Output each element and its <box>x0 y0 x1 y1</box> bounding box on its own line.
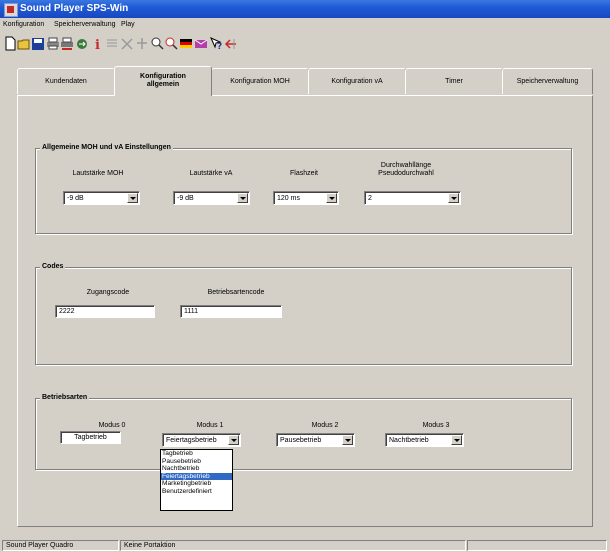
modus-1-dropdown-list: Tagbetrieb Pausebetrieb Nachtbetrieb Fei… <box>160 449 233 511</box>
flashzeit-select[interactable]: 120 ms <box>273 191 339 205</box>
zoom-icon[interactable] <box>164 36 178 51</box>
select-value: Feiertagsbetrieb <box>166 437 217 444</box>
betriebsartencode-input[interactable]: 1111 <box>180 305 282 318</box>
menu-konfiguration[interactable]: Konfiguration <box>3 20 44 30</box>
tab-konfiguration-allgemein[interactable]: Konfiguration allgemein <box>114 66 212 96</box>
tab-konfiguration-va[interactable]: Konfiguration vA <box>308 68 406 94</box>
lautstaerke-moh-select[interactable]: -9 dB <box>63 191 140 205</box>
tab-label: Konfiguration MOH <box>230 78 290 85</box>
open-folder-icon[interactable] <box>17 36 31 51</box>
betriebsarten-group: Betriebsarten Modus 0 Tagbetrieb Modus 1… <box>35 393 572 470</box>
new-document-icon[interactable] <box>3 36 17 51</box>
select-value: 2 <box>368 195 372 202</box>
svg-text:?: ? <box>217 42 222 51</box>
chevron-down-icon[interactable] <box>448 193 459 203</box>
tab-label-line1: Konfiguration <box>140 73 186 80</box>
codes-group: Codes Zugangscode 2222 Betriebsartencode… <box>35 262 572 365</box>
tab-kundendaten[interactable]: Kundendaten <box>17 68 115 94</box>
chevron-down-icon[interactable] <box>451 435 462 445</box>
durchwahllaenge-select[interactable]: 2 <box>364 191 461 205</box>
search-icon[interactable] <box>150 36 164 51</box>
chevron-down-icon[interactable] <box>326 193 337 203</box>
group-title: Betriebsarten <box>40 393 90 403</box>
envelope-icon[interactable] <box>194 36 208 51</box>
group-title: Codes <box>40 262 66 272</box>
delete-icon[interactable] <box>120 36 134 51</box>
zugangscode-label: Zugangscode <box>86 289 130 296</box>
menu-speicherverwaltung[interactable]: Speicherverwaltung <box>54 20 115 30</box>
select-value: Nachtbetrieb <box>389 437 429 444</box>
modus-2-select[interactable]: Pausebetrieb <box>276 433 355 447</box>
tab-speicherverwaltung[interactable]: Speicherverwaltung <box>502 68 593 94</box>
help-icon[interactable]: ? <box>209 36 223 51</box>
title-bar: Sound Player SPS-Win <box>0 0 610 18</box>
select-value: Pausebetrieb <box>280 437 322 444</box>
modus-3-label: Modus 3 <box>422 422 450 429</box>
status-empty-panel <box>467 540 607 551</box>
status-bar: Sound Player Quadro Keine Portaktion <box>0 539 610 552</box>
dropdown-option[interactable]: Nachtbetrieb <box>161 465 232 473</box>
modus-0-label: Modus 0 <box>98 422 126 429</box>
select-value: -9 dB <box>67 195 84 202</box>
tab-label: Kundendaten <box>45 78 87 85</box>
tab-label: Speicherverwaltung <box>516 78 579 85</box>
add-icon[interactable] <box>135 36 149 51</box>
tab-panel: Allgemeine MOH und vA Einstellungen Laut… <box>17 95 593 527</box>
tab-timer[interactable]: Timer <box>405 68 503 94</box>
dropdown-option[interactable]: Marketingbetrieb <box>161 480 232 488</box>
save-icon[interactable] <box>31 36 45 51</box>
modus-2-label: Modus 2 <box>311 422 339 429</box>
tab-label: Konfiguration vA <box>331 78 383 85</box>
window-title: Sound Player SPS-Win <box>20 3 129 14</box>
modus-1-select[interactable]: Feiertagsbetrieb <box>162 433 241 447</box>
dropdown-option[interactable]: Benutzerdefiniert <box>161 488 232 496</box>
lautstaerke-moh-label: Lautstärke MOH <box>72 170 124 177</box>
modus-3-select[interactable]: Nachtbetrieb <box>385 433 464 447</box>
info-icon[interactable]: i <box>91 36 105 51</box>
dropdown-option-selected[interactable]: Feiertagsbetrieb <box>161 472 232 480</box>
menu-bar: Konfiguration Speicherverwaltung Play <box>0 18 610 32</box>
dropdown-option[interactable]: Pausebetrieb <box>161 458 232 466</box>
svg-text:i: i <box>95 38 100 51</box>
print-icon[interactable] <box>46 36 60 51</box>
list-icon[interactable] <box>105 36 119 51</box>
app-icon <box>4 3 18 17</box>
lautstaerke-va-label: Lautstärke vA <box>189 170 233 177</box>
lautstaerke-va-select[interactable]: -9 dB <box>173 191 250 205</box>
status-port-action: Keine Portaktion <box>120 540 466 551</box>
chevron-down-icon[interactable] <box>237 193 248 203</box>
status-device: Sound Player Quadro <box>2 540 119 551</box>
flashzeit-label: Flashzeit <box>289 170 318 177</box>
menu-play[interactable]: Play <box>121 20 135 30</box>
print-preview-icon[interactable] <box>60 36 74 51</box>
modus-1-label: Modus 1 <box>196 422 224 429</box>
dropdown-option[interactable]: Tagbetrieb <box>161 450 232 458</box>
tab-konfiguration-moh[interactable]: Konfiguration MOH <box>211 68 309 94</box>
betriebsartencode-label: Betriebsartencode <box>207 289 265 296</box>
tab-label-line2: allgemein <box>146 81 180 88</box>
select-value: 120 ms <box>277 195 300 202</box>
select-value: -9 dB <box>177 195 194 202</box>
flag-icon[interactable] <box>179 36 193 51</box>
transfer-icon[interactable] <box>75 36 89 51</box>
group-title: Allgemeine MOH und vA Einstellungen <box>40 143 173 153</box>
chevron-down-icon[interactable] <box>228 435 239 445</box>
chevron-down-icon[interactable] <box>127 193 138 203</box>
moh-va-settings-group: Allgemeine MOH und vA Einstellungen Laut… <box>35 143 572 234</box>
durchwahllaenge-label-line2: Pseudodurchwahl <box>378 170 434 177</box>
chevron-down-icon[interactable] <box>342 435 353 445</box>
modus-0-field[interactable]: Tagbetrieb <box>60 431 121 444</box>
toolbar: i ? <box>0 32 610 56</box>
arrow-icon[interactable] <box>224 36 238 51</box>
zugangscode-input[interactable]: 2222 <box>55 305 155 318</box>
tab-label: Timer <box>445 78 463 85</box>
